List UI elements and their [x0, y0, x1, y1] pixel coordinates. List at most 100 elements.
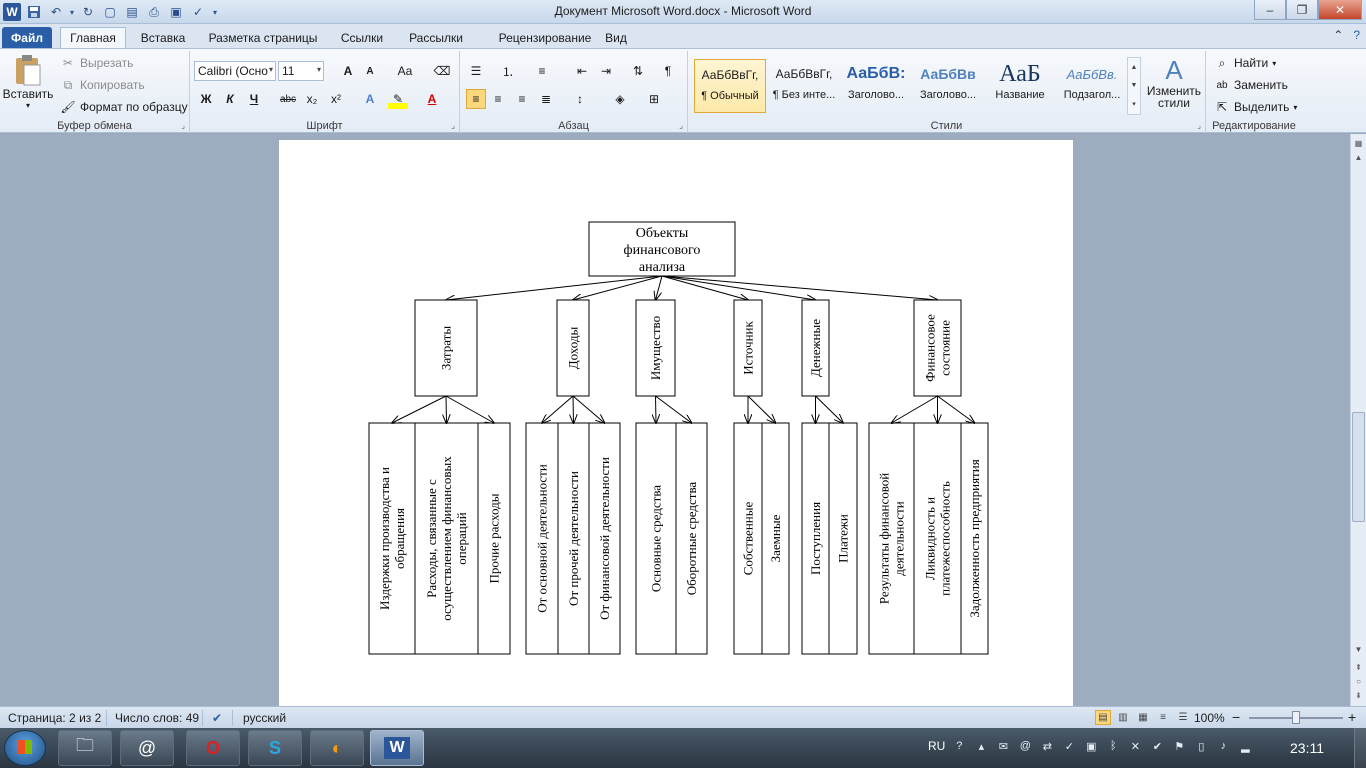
signal-icon[interactable]: ▂ — [1237, 738, 1253, 754]
tab-file[interactable]: Файл — [2, 27, 52, 48]
text-effects-icon[interactable]: A — [360, 89, 380, 109]
select-button[interactable]: ⇱ Выделить ▾ — [1214, 99, 1297, 115]
gallery-down-icon[interactable]: ▼ — [1131, 82, 1138, 89]
tab-review[interactable]: Рецензирование — [480, 27, 610, 48]
draft-view-icon[interactable]: ☰ — [1175, 710, 1191, 725]
change-styles-button[interactable]: A Изменить стили — [1146, 55, 1202, 109]
gallery-more-icon[interactable]: ▾ — [1132, 100, 1136, 108]
italic-button[interactable]: К — [220, 89, 240, 109]
decrease-indent-icon[interactable]: ⇤ — [572, 61, 592, 81]
change-case-button[interactable]: Aa — [392, 61, 418, 81]
clear-formatting-icon[interactable]: ⌫ — [432, 61, 452, 81]
clipboard-launcher-icon[interactable]: ⌟ — [181, 121, 185, 130]
style-normal[interactable]: АаБбВвГг, ¶ Обычный — [694, 59, 766, 113]
align-right-icon[interactable]: ≡ — [512, 89, 532, 109]
style-title[interactable]: АаБ Название — [984, 59, 1056, 113]
tab-page-layout[interactable]: Разметка страницы — [200, 27, 326, 48]
align-center-icon[interactable]: ≡ — [488, 89, 508, 109]
zoom-slider-knob[interactable] — [1292, 711, 1300, 724]
line-spacing-icon[interactable]: ↕ — [570, 89, 590, 109]
help-tray-icon[interactable]: ? — [951, 738, 967, 754]
ruler-toggle-icon[interactable]: ▦ — [1351, 136, 1366, 150]
proofing-icon[interactable]: ✔ — [212, 711, 222, 725]
cut-button[interactable]: ✂ Вырезать — [60, 55, 133, 71]
font-launcher-icon[interactable]: ⌟ — [451, 121, 455, 130]
document-page[interactable]: Объекты финансового анализа Затраты Издержки… — [279, 140, 1073, 706]
font-size-box[interactable]: 11 ▾ — [278, 61, 324, 81]
align-left-icon[interactable]: ≡ — [466, 89, 486, 109]
style-heading1[interactable]: АаБбВ: Заголово... — [840, 59, 912, 113]
format-painter-button[interactable]: 🖌 Формат по образцу — [60, 99, 187, 115]
numbering-icon[interactable]: ⒈ — [498, 61, 518, 81]
print-layout-view-icon[interactable]: ▤ — [1095, 710, 1111, 725]
borders-icon[interactable]: ⊞ — [644, 89, 664, 109]
increase-indent-icon[interactable]: ⇥ — [596, 61, 616, 81]
shading-icon[interactable]: ◈ — [610, 89, 630, 109]
bold-button[interactable]: Ж — [196, 89, 216, 109]
tab-home[interactable]: Главная — [60, 27, 126, 48]
show-desktop-button[interactable] — [1354, 728, 1366, 768]
zoom-in-button[interactable]: + — [1348, 709, 1356, 725]
minimize-button[interactable]: – — [1254, 0, 1286, 20]
bluetooth-icon[interactable]: ᛒ — [1105, 738, 1121, 754]
replace-button[interactable]: ab Заменить — [1214, 77, 1288, 93]
keyboard-language[interactable]: RU — [928, 739, 945, 753]
zoom-level[interactable]: 100% — [1194, 711, 1225, 725]
language-indicator[interactable]: русский — [243, 711, 286, 725]
mail-agent-taskbar-icon[interactable]: @ — [120, 730, 174, 766]
highlight-icon[interactable]: ✎ — [388, 89, 408, 109]
styles-gallery-scroll[interactable]: ▲ ▼ ▾ — [1127, 57, 1141, 115]
paragraph-launcher-icon[interactable]: ⌟ — [679, 121, 683, 130]
subscript-button[interactable]: x₂ — [302, 89, 322, 109]
font-color-icon[interactable]: A — [422, 89, 442, 109]
style-heading2[interactable]: АаБбВв Заголово... — [912, 59, 984, 113]
flag-tray-icon[interactable]: ⚑ — [1171, 738, 1187, 754]
agent-tray-icon[interactable]: @ — [1017, 738, 1033, 754]
word-count[interactable]: Число слов: 49 — [115, 711, 199, 725]
app-tray-icon[interactable]: ✕ — [1127, 738, 1143, 754]
explorer-taskbar-icon[interactable]: 🗀 — [58, 730, 112, 766]
tab-references[interactable]: Ссылки — [334, 27, 390, 48]
justify-icon[interactable]: ≣ — [536, 89, 556, 109]
full-screen-reading-icon[interactable]: ▥ — [1115, 710, 1131, 725]
copy-button[interactable]: ⧉ Копировать — [60, 77, 145, 93]
maximize-button[interactable]: ❐ — [1286, 0, 1318, 20]
close-button[interactable]: ✕ — [1318, 0, 1362, 20]
page-count[interactable]: Страница: 2 из 2 — [8, 711, 101, 725]
web-layout-icon[interactable]: ▦ — [1135, 710, 1151, 725]
styles-launcher-icon[interactable]: ⌟ — [1197, 121, 1201, 130]
show-marks-button[interactable]: ¶ — [658, 61, 678, 81]
scroll-up-icon[interactable]: ▲ — [1351, 150, 1366, 164]
next-page-icon[interactable]: ⇟ — [1351, 688, 1366, 702]
card-tray-icon[interactable]: ▣ — [1083, 738, 1099, 754]
show-hidden-icons-icon[interactable]: ▴ — [973, 738, 989, 754]
word-taskbar-icon[interactable]: W — [370, 730, 424, 766]
help-icon[interactable]: ? — [1353, 28, 1360, 42]
style-subtitle[interactable]: АаБбВв. Подзагол... — [1056, 59, 1128, 113]
clock[interactable]: 23:11 — [1290, 740, 1324, 756]
paste-button[interactable]: Вставить ▾ — [3, 53, 53, 110]
outline-view-icon[interactable]: ≡ — [1155, 710, 1171, 725]
mail-tray-icon[interactable]: ✉ — [995, 738, 1011, 754]
find-button[interactable]: ⌕ Найти ▾ — [1214, 55, 1277, 71]
start-button[interactable] — [4, 730, 46, 766]
bullets-icon[interactable]: ☰ — [466, 61, 486, 81]
prev-page-icon[interactable]: ⇞ — [1351, 660, 1366, 674]
tab-mailings[interactable]: Рассылки — [398, 27, 474, 48]
multilevel-list-icon[interactable]: ≡ — [532, 61, 552, 81]
zoom-out-button[interactable]: − — [1232, 709, 1240, 725]
gallery-up-icon[interactable]: ▲ — [1131, 64, 1138, 71]
volume-icon[interactable]: ♪ — [1215, 738, 1231, 754]
browse-object-icon[interactable]: ○ — [1351, 674, 1366, 688]
security-tray-icon[interactable]: ✔ — [1149, 738, 1165, 754]
sort-icon[interactable]: ⇅ — [628, 61, 648, 81]
strikethrough-button[interactable]: abc — [278, 89, 298, 109]
device-tray-icon[interactable]: ▯ — [1193, 738, 1209, 754]
font-name-box[interactable]: Calibri (Осно ▾ — [194, 61, 276, 81]
skype-taskbar-icon[interactable]: S — [248, 730, 302, 766]
minimize-ribbon-icon[interactable]: ⌃ — [1333, 28, 1343, 42]
vertical-scrollbar[interactable]: ▦ ▲ ▼ ⇞ ○ ⇟ — [1350, 134, 1366, 706]
scroll-thumb[interactable] — [1352, 412, 1365, 522]
shrink-font-button[interactable]: A — [360, 61, 380, 81]
network-tray-icon[interactable]: ⇄ — [1039, 738, 1055, 754]
